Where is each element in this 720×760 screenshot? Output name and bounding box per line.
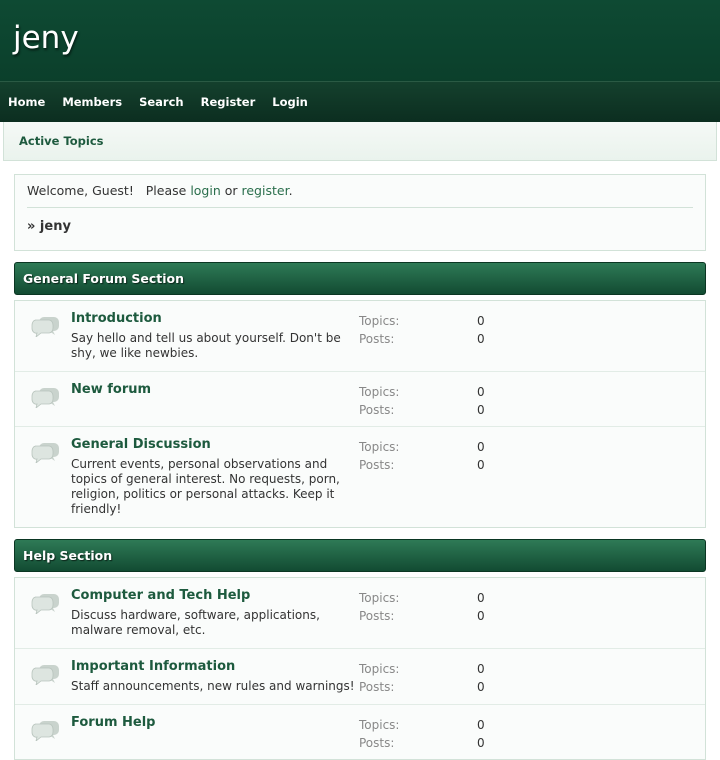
forum-title-link[interactable]: Introduction (71, 311, 359, 327)
forum-info: Forum Help (71, 715, 359, 749)
welcome-message: Welcome, Guest! Please login or register… (27, 183, 693, 208)
topics-label: Topics: (359, 440, 400, 454)
nav-register[interactable]: Register (201, 95, 256, 109)
forum-section: General Forum Section Introduction Say hel… (14, 262, 706, 528)
forum-info: Important Information Staff announcements… (71, 659, 359, 694)
register-link[interactable]: register (242, 183, 289, 198)
sub-nav: Active Topics (3, 122, 717, 161)
forum-title-link[interactable]: New forum (71, 382, 359, 398)
posts-label: Posts: (359, 332, 395, 346)
forum-row: Introduction Say hello and tell us about … (15, 301, 705, 372)
nav-home[interactable]: Home (8, 95, 45, 109)
forum-title-link[interactable]: Important Information (71, 659, 359, 675)
topics-label: Topics: (359, 718, 400, 732)
posts-label: Posts: (359, 680, 395, 694)
nav-search[interactable]: Search (139, 95, 184, 109)
posts-label: Posts: (359, 458, 395, 472)
speech-bubbles-icon (15, 588, 71, 638)
forum-description: Current events, personal observations an… (71, 457, 340, 516)
posts-label: Posts: (359, 609, 395, 623)
topics-count: 0 (477, 662, 485, 676)
posts-count: 0 (477, 332, 485, 346)
active-topics-link[interactable]: Active Topics (19, 134, 104, 148)
nav-members[interactable]: Members (62, 95, 122, 109)
forum-section: Help Section Computer and Tech Help Discus… (14, 539, 706, 760)
forum-row: General Discussion Current events, person… (15, 427, 705, 527)
posts-count: 0 (477, 458, 485, 472)
forum-info: Computer and Tech Help Discuss hardware, … (71, 588, 359, 638)
posts-count: 0 (477, 736, 485, 750)
topics-count: 0 (477, 718, 485, 732)
forum-title-link[interactable]: Computer and Tech Help (71, 588, 359, 604)
forum-info: Introduction Say hello and tell us about … (71, 311, 359, 361)
welcome-panel: Welcome, Guest! Please login or register… (14, 174, 706, 251)
posts-count: 0 (477, 680, 485, 694)
login-link[interactable]: login (190, 183, 220, 198)
welcome-period: . (288, 183, 293, 198)
forum-stats: Topics: 0 Posts: 0 (359, 589, 485, 625)
forum-row: Important Information Staff announcements… (15, 649, 705, 705)
posts-label: Posts: (359, 403, 395, 417)
topics-label: Topics: (359, 314, 400, 328)
speech-bubbles-icon (15, 311, 71, 361)
forum-info: New forum (71, 382, 359, 416)
topics-label: Topics: (359, 662, 400, 676)
forum-stats: Topics: 0 Posts: 0 (359, 383, 485, 419)
forum-row: Computer and Tech Help Discuss hardware, … (15, 578, 705, 649)
forum-description: Staff announcements, new rules and warni… (71, 679, 355, 693)
forum-stats: Topics: 0 Posts: 0 (359, 312, 485, 348)
site-header: jeny (0, 0, 720, 81)
forum-stats: Topics: 0 Posts: 0 (359, 716, 485, 752)
forum-list: Introduction Say hello and tell us about … (14, 300, 706, 528)
topics-label: Topics: (359, 385, 400, 399)
topics-count: 0 (477, 385, 485, 399)
posts-label: Posts: (359, 736, 395, 750)
forum-title-link[interactable]: General Discussion (71, 437, 359, 453)
main-nav: Home Members Search Register Login (0, 81, 720, 122)
welcome-text: Welcome, Guest! Please (27, 183, 191, 198)
forum-row: New forum Topics: 0 Posts: 0 (15, 372, 705, 427)
speech-bubbles-icon (15, 382, 71, 416)
forum-description: Discuss hardware, software, applications… (71, 608, 320, 637)
speech-bubbles-icon (15, 437, 71, 517)
forum-description: Say hello and tell us about yourself. Do… (71, 331, 341, 360)
posts-count: 0 (477, 403, 485, 417)
forum-info: General Discussion Current events, person… (71, 437, 359, 517)
topics-count: 0 (477, 440, 485, 454)
site-title[interactable]: jeny (13, 20, 79, 56)
welcome-or: or (220, 183, 242, 198)
topics-count: 0 (477, 591, 485, 605)
nav-login[interactable]: Login (272, 95, 308, 109)
forum-list: Computer and Tech Help Discuss hardware, … (14, 577, 706, 760)
posts-count: 0 (477, 609, 485, 623)
speech-bubbles-icon (15, 715, 71, 749)
forum-row: Forum Help Topics: 0 Posts: 0 (15, 705, 705, 759)
breadcrumb: » jeny (27, 219, 71, 234)
speech-bubbles-icon (15, 659, 71, 694)
forum-stats: Topics: 0 Posts: 0 (359, 660, 485, 696)
forum-sections: General Forum Section Introduction Say hel… (0, 262, 720, 760)
forum-title-link[interactable]: Forum Help (71, 715, 359, 731)
forum-stats: Topics: 0 Posts: 0 (359, 438, 485, 474)
category-header[interactable]: Help Section (14, 539, 706, 572)
topics-count: 0 (477, 314, 485, 328)
topics-label: Topics: (359, 591, 400, 605)
category-header[interactable]: General Forum Section (14, 262, 706, 295)
